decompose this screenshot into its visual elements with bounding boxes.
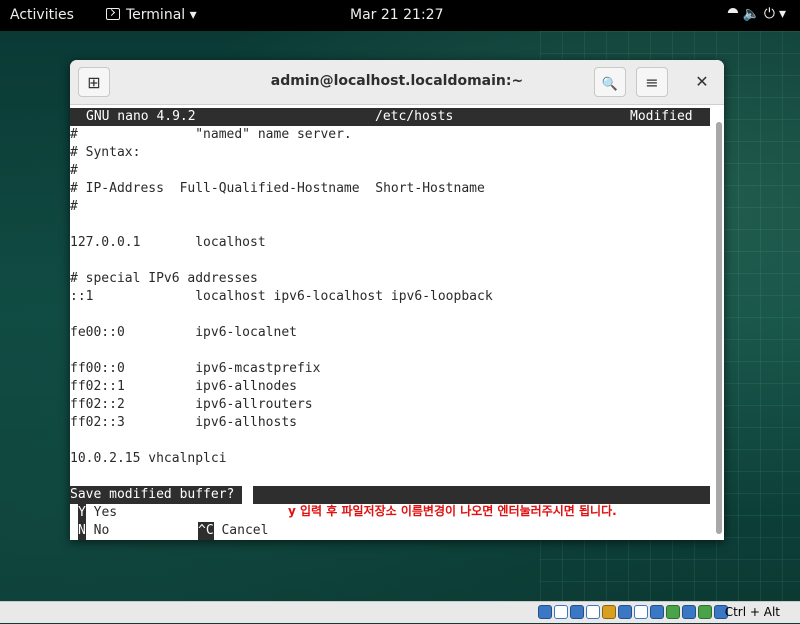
optical-drive-icon[interactable]	[554, 605, 568, 619]
terminal-scrollbar[interactable]	[716, 122, 722, 534]
hard-disk-icon[interactable]	[538, 605, 552, 619]
chevron-down-icon: ▾	[189, 7, 197, 23]
cpu-icon[interactable]	[666, 605, 680, 619]
hamburger-icon: ≡	[645, 73, 659, 92]
power-icon: ⏻	[763, 6, 779, 22]
file-line: ::1 localhost ipv6-localhost ipv6-loopba…	[70, 289, 493, 304]
menu-button[interactable]: ≡	[636, 67, 668, 97]
terminal-window: ⊞ admin@localhost.localdomain:~ 🔍 ≡ ✕ GN…	[70, 60, 724, 540]
nano-version: GNU nano 4.9.2	[86, 109, 196, 124]
option-cancel[interactable]: ^C Cancel	[198, 522, 268, 540]
file-line: 10.0.2.15 vhcalnplci	[70, 451, 227, 466]
file-line: ff02::1 ipv6-allnodes	[70, 379, 297, 394]
search-button[interactable]: 🔍	[594, 67, 626, 97]
save-prompt-text: Save modified buffer?	[70, 487, 235, 502]
video-capture-icon[interactable]	[650, 605, 664, 619]
file-line: # special IPv6 addresses	[70, 271, 258, 286]
vm-device-icons	[536, 605, 728, 624]
audio-icon[interactable]	[570, 605, 584, 619]
close-icon: ✕	[695, 72, 709, 91]
option-no[interactable]: N No	[78, 522, 109, 540]
instruction-annotation: y 입력 후 파일저장소 이름변경이 나오면 엔터눌러주시면 됩니다.	[288, 504, 617, 518]
save-prompt-bar: Save modified buffer?	[70, 486, 710, 504]
nano-header-bar: GNU nano 4.9.2 /etc/hosts Modified	[70, 108, 710, 126]
app-menu-terminal[interactable]: Terminal ▾	[106, 7, 197, 23]
file-line: # IP-Address Full-Qualified-Hostname Sho…	[70, 181, 485, 196]
file-line: #	[70, 199, 78, 214]
display-icon[interactable]	[634, 605, 648, 619]
shared-folder-icon[interactable]	[618, 605, 632, 619]
file-line: # Syntax:	[70, 145, 141, 160]
volume-icon: 🔈	[742, 6, 764, 22]
clock[interactable]: Mar 21 21:27	[350, 7, 443, 23]
option-no-label: No	[93, 523, 110, 538]
nano-modified-status: Modified	[630, 109, 693, 124]
file-line: # "named" name server.	[70, 127, 352, 142]
network-adapter-icon[interactable]	[586, 605, 600, 619]
terminal-text-area[interactable]: GNU nano 4.9.2 /etc/hosts Modified # "na…	[70, 105, 712, 540]
system-tray[interactable]: ⯊🔈⏻▾	[727, 6, 790, 22]
search-icon: 🔍	[601, 77, 619, 92]
option-no-key: N	[78, 522, 86, 540]
option-yes-key: Y	[78, 504, 86, 522]
window-titlebar[interactable]: ⊞ admin@localhost.localdomain:~ 🔍 ≡ ✕	[70, 60, 724, 105]
app-menu-label: Terminal	[126, 7, 186, 23]
scrollbar-thumb[interactable]	[716, 122, 722, 534]
gnome-top-bar: Activities Terminal ▾ Mar 21 21:27 ⯊🔈⏻▾	[0, 0, 800, 31]
nano-filename: /etc/hosts	[375, 109, 454, 124]
keyboard-icon[interactable]	[698, 605, 712, 619]
virtualbox-status-bar: Ctrl + Alt	[0, 601, 800, 623]
file-line: 127.0.0.1 localhost	[70, 235, 266, 250]
file-line: fe00::0 ipv6-localnet	[70, 325, 297, 340]
terminal-icon	[106, 8, 120, 20]
file-line: ff00::0 ipv6-mcastprefix	[70, 361, 321, 376]
option-cancel-key: ^C	[198, 522, 214, 540]
host-key-label: Ctrl + Alt	[724, 605, 780, 619]
option-yes[interactable]: Y Yes	[78, 504, 117, 522]
activities-button[interactable]: Activities	[10, 7, 74, 23]
network-icon: ⯊	[727, 6, 743, 22]
prompt-cursor-gap	[242, 486, 253, 504]
usb-icon[interactable]	[602, 605, 616, 619]
chevron-down-icon: ▾	[778, 6, 790, 22]
option-yes-label: Yes	[93, 505, 118, 520]
prompt-input-field[interactable]	[253, 486, 710, 504]
mouse-integration-icon[interactable]	[682, 605, 696, 619]
file-line: #	[70, 163, 78, 178]
file-line: ff02::2 ipv6-allrouters	[70, 397, 313, 412]
file-line: ff02::3 ipv6-allhosts	[70, 415, 297, 430]
close-button[interactable]: ✕	[686, 67, 718, 97]
option-cancel-label: Cancel	[221, 523, 269, 538]
